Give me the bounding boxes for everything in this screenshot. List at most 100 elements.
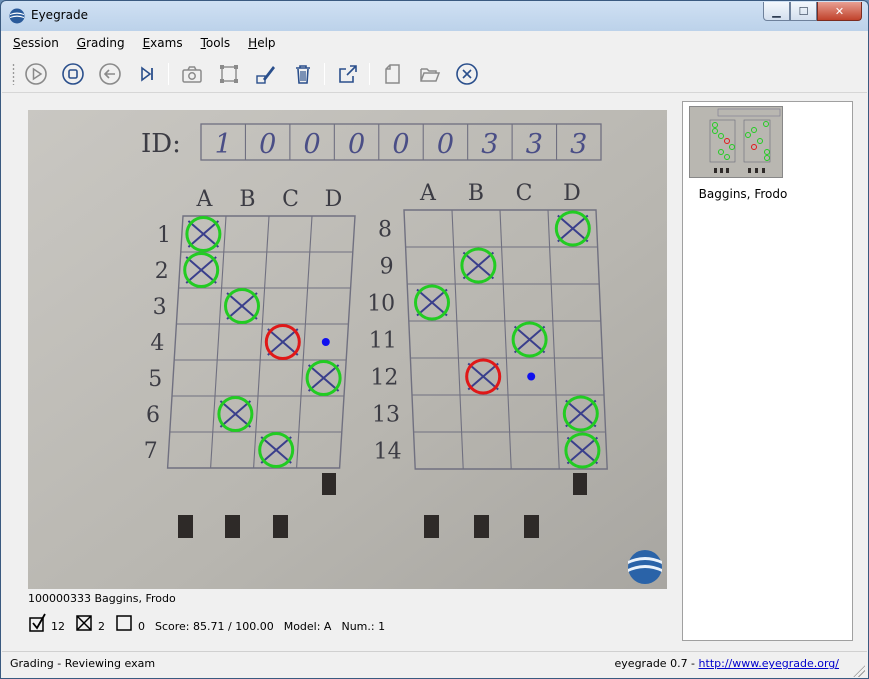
expected-answer-dot — [527, 372, 536, 381]
registration-mark — [273, 515, 288, 538]
row-number: 2 — [155, 259, 169, 284]
status-bar: Grading - Reviewing exam eyegrade 0.7 - … — [2, 651, 867, 678]
row-number: 11 — [369, 329, 397, 354]
open-folder-icon — [420, 68, 441, 82]
discard-exam-button[interactable] — [290, 61, 316, 87]
open-session-button[interactable] — [417, 61, 443, 87]
row-number: 9 — [380, 255, 394, 280]
close-session-button[interactable] — [454, 61, 480, 87]
menu-help[interactable]: Help — [248, 36, 275, 50]
row-number: 3 — [153, 295, 167, 320]
skip-next-icon — [141, 66, 153, 82]
menu-tools-label: ools — [205, 36, 231, 50]
window-controls: ▁ ☐ ✕ — [763, 2, 862, 21]
incorrect-count: 2 — [98, 620, 105, 633]
column-letter: D — [563, 181, 581, 206]
menu-exams[interactable]: Exams — [143, 36, 183, 50]
menu-bar: Session Grading Exams Tools Help — [2, 32, 867, 54]
row-number: 4 — [150, 331, 164, 356]
row-number: 13 — [372, 403, 400, 428]
registration-mark — [225, 515, 240, 538]
id-digit: 0 — [304, 129, 321, 160]
minimize-icon: ▁ — [772, 4, 781, 18]
id-digit: 3 — [570, 129, 587, 160]
snapshot-button[interactable] — [179, 61, 205, 87]
registration-mark — [524, 515, 539, 538]
id-digit: 0 — [259, 129, 276, 160]
exam-list-panel[interactable]: Baggins, Frodo — [682, 101, 853, 641]
maximize-button[interactable]: ☐ — [790, 2, 817, 21]
new-document-icon — [385, 64, 400, 84]
id-digit: 1 — [215, 129, 232, 160]
next-exam-button[interactable] — [134, 61, 160, 87]
registration-mark — [178, 515, 193, 538]
close-icon: ✕ — [834, 4, 845, 18]
status-version: eyegrade 0.7 - http://www.eyegrade.org/ — [615, 657, 839, 670]
blank-checkbox-icon — [116, 615, 132, 631]
id-boxes: 100000333 — [200, 123, 602, 161]
column-letter: D — [325, 187, 343, 212]
camera-view[interactable]: ID: 100000333 ABCD1234567 A B C D 8 9 10 11 12 13… — [28, 110, 667, 589]
stop-grading-button[interactable] — [60, 61, 86, 87]
close-button[interactable]: ✕ — [817, 2, 862, 21]
export-grades-button[interactable] — [335, 61, 361, 87]
edit-id-button[interactable] — [253, 61, 279, 87]
resize-grip[interactable] — [853, 665, 865, 677]
title-bar[interactable]: Eyegrade ▁ ☐ ✕ — [1, 1, 868, 31]
minimize-button[interactable]: ▁ — [763, 2, 790, 21]
export-icon — [339, 65, 357, 83]
correct-count: 12 — [51, 620, 65, 633]
num-label: Num.: 1 — [341, 620, 386, 633]
id-digit: 0 — [348, 129, 365, 160]
thumbnail-student-name: Baggins, Frodo — [698, 187, 788, 201]
menu-grading-key: G — [76, 36, 87, 50]
registration-mark — [474, 515, 489, 538]
toolbar — [2, 55, 867, 93]
row-number: 7 — [144, 439, 158, 464]
expected-answer-dot — [321, 338, 330, 346]
id-digit: 0 — [437, 129, 454, 160]
app-window: Eyegrade ▁ ☐ ✕ Session Grading Exams Too… — [0, 0, 869, 679]
crop-icon — [220, 65, 238, 83]
exam-thumbnail[interactable] — [689, 106, 783, 178]
correct-checkbox-icon — [29, 613, 46, 632]
row-number: 12 — [370, 366, 398, 391]
eyegrade-logo-icon — [9, 8, 25, 24]
registration-mark — [424, 515, 439, 538]
grading-stats: 12 2 0 Score: 85.71 / 100.00 Model: A Nu… — [28, 613, 395, 633]
menu-grading-label: rading — [86, 36, 125, 50]
column-letter: C — [282, 187, 299, 212]
student-info: 100000333 Baggins, Frodo — [28, 592, 176, 605]
back-button[interactable] — [97, 61, 123, 87]
model-label: Model: A — [283, 620, 332, 633]
menu-session[interactable]: Session — [13, 36, 59, 50]
camera-icon — [182, 66, 202, 83]
row-number: 14 — [374, 440, 402, 465]
toolbar-grip[interactable] — [12, 63, 15, 85]
menu-grading[interactable]: Grading — [77, 36, 125, 50]
id-digit: 3 — [481, 129, 498, 160]
row-number: 10 — [367, 292, 395, 317]
menu-tools[interactable]: Tools — [201, 36, 231, 50]
row-number: 6 — [146, 403, 160, 428]
eyegrade-watermark-icon — [628, 550, 662, 584]
start-grading-button[interactable] — [23, 61, 49, 87]
close-session-icon — [456, 63, 478, 85]
registration-mark — [322, 473, 336, 495]
play-icon — [25, 63, 47, 85]
new-session-button[interactable] — [380, 61, 406, 87]
score-label: Score: 85.71 / 100.00 — [155, 620, 274, 633]
toolbar-separator — [369, 63, 370, 85]
column-letter: B — [468, 181, 484, 206]
toolbar-separator — [324, 63, 325, 85]
row-number: 5 — [148, 367, 162, 392]
column-letter: A — [419, 181, 437, 206]
row-number: 8 — [378, 218, 392, 243]
column-letter: A — [196, 187, 214, 212]
website-link[interactable]: http://www.eyegrade.org/ — [699, 657, 839, 670]
thumbnail-image — [690, 107, 782, 177]
maximize-icon: ☐ — [798, 4, 809, 18]
menu-session-label: ession — [20, 36, 59, 50]
trash-icon — [296, 65, 310, 84]
manual-detection-button[interactable] — [216, 61, 242, 87]
